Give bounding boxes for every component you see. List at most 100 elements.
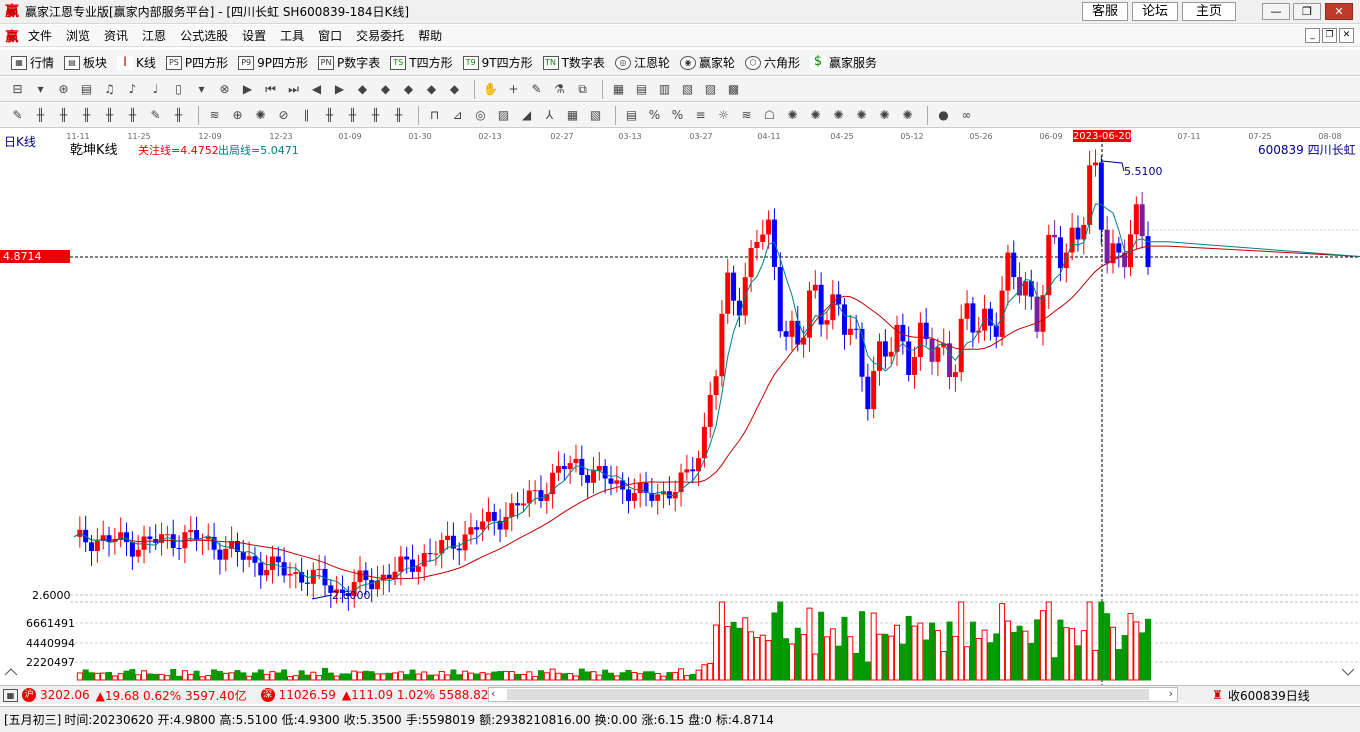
minimize-icon[interactable]: — [1262, 3, 1290, 20]
toolbar3-tool-30-icon[interactable]: % [668, 106, 687, 125]
toolbar3-tool-42-icon[interactable]: ● [934, 106, 953, 125]
scroll-right-icon[interactable]: › [1169, 687, 1173, 700]
toolbar3-tool-29-icon[interactable]: % [645, 106, 664, 125]
toolbar3-tool-37-icon[interactable]: ✺ [829, 106, 848, 125]
toolbar3-tool-9-icon[interactable]: ≋ [205, 106, 224, 125]
toolbar2-tool-2-icon[interactable]: ⊛ [54, 80, 73, 99]
menu-tools[interactable]: 工具 [273, 25, 311, 47]
toolbar3-tool-31-icon[interactable]: ≡ [691, 106, 710, 125]
menu-settings[interactable]: 设置 [235, 25, 273, 47]
toolbar2-tool-4-icon[interactable]: ♫ [100, 80, 119, 99]
toolbar3-tool-19-icon[interactable]: ⊓ [425, 106, 444, 125]
toolbar2-tool-29-icon[interactable]: ▥ [655, 80, 674, 99]
toolbar2-tool-25-icon[interactable]: ⧉ [573, 80, 592, 99]
sector-button[interactable]: ▤ 板块 [59, 54, 112, 71]
gann-wheel-button[interactable]: ◎ 江恩轮 [610, 54, 675, 71]
toolbar3-tool-33-icon[interactable]: ≋ [737, 106, 756, 125]
toolbar3-tool-4-icon[interactable]: ╫ [100, 106, 119, 125]
winner-service-button[interactable]: $ 赢家服务 [805, 54, 882, 71]
homepage-button[interactable]: 主页 [1182, 2, 1236, 21]
shanghai-index-icon[interactable]: 沪 [22, 688, 36, 702]
toolbar2-tool-15-icon[interactable]: ◆ [353, 80, 372, 99]
quotes-button[interactable]: ▦ 行情 [6, 54, 59, 71]
toolbar3-tool-38-icon[interactable]: ✺ [852, 106, 871, 125]
scroll-thumb[interactable] [507, 689, 1149, 700]
toolbar3-tool-20-icon[interactable]: ⊿ [448, 106, 467, 125]
9t-square-button[interactable]: T9 9T四方形 [458, 54, 538, 71]
toolbar2-tool-23-icon[interactable]: ✎ [527, 80, 546, 99]
toolbar2-tool-7-icon[interactable]: ▯ [169, 80, 188, 99]
toolbar3-tool-10-icon[interactable]: ⊕ [228, 106, 247, 125]
menu-help[interactable]: 帮助 [411, 25, 449, 47]
forum-button[interactable]: 论坛 [1132, 2, 1178, 21]
toolbar3-tool-3-icon[interactable]: ╫ [77, 106, 96, 125]
toolbar3-tool-34-icon[interactable]: ☖ [760, 106, 779, 125]
toolbar3-tool-7-icon[interactable]: ╫ [169, 106, 188, 125]
toolbar3-tool-36-icon[interactable]: ✺ [806, 106, 825, 125]
toolbar2-tool-18-icon[interactable]: ◆ [422, 80, 441, 99]
toolbar3-tool-15-icon[interactable]: ╫ [343, 106, 362, 125]
toolbar3-tool-0-icon[interactable]: ✎ [8, 106, 27, 125]
toolbar2-tool-6-icon[interactable]: ♩ [146, 80, 165, 99]
toolbar3-tool-32-icon[interactable]: ☼ [714, 106, 733, 125]
toolbar2-tool-14-icon[interactable]: ▶ [330, 80, 349, 99]
toolbar3-tool-12-icon[interactable]: ⊘ [274, 106, 293, 125]
toolbar2-tool-9-icon[interactable]: ⊗ [215, 80, 234, 99]
t-number-button[interactable]: TN T数字表 [538, 54, 610, 71]
t-square-button[interactable]: TS T四方形 [385, 54, 457, 71]
toolbar2-tool-1-icon[interactable]: ▾ [31, 80, 50, 99]
toolbar3-tool-43-icon[interactable]: ∞ [957, 106, 976, 125]
menu-gann[interactable]: 江恩 [135, 25, 173, 47]
toolbar2-tool-3-icon[interactable]: ▤ [77, 80, 96, 99]
kline-chart[interactable]: 11-11 11-25 12-09 12-23 01-09 01-30 02-13 02-27… [0, 129, 1360, 685]
toolbar2-tool-21-icon[interactable]: ✋ [481, 80, 500, 99]
chart-scrollbar[interactable]: ‹ › [488, 687, 1178, 702]
p-number-button[interactable]: PN P数字表 [313, 54, 385, 71]
toolbar2-tool-17-icon[interactable]: ◆ [399, 80, 418, 99]
kline-chart-area[interactable]: 11-11 11-25 12-09 12-23 01-09 01-30 02-13 02-27… [0, 129, 1360, 685]
menu-grid-icon[interactable]: ▦ [3, 688, 18, 702]
toolbar3-tool-39-icon[interactable]: ✺ [875, 106, 894, 125]
toolbar3-tool-5-icon[interactable]: ╫ [123, 106, 142, 125]
toolbar3-tool-17-icon[interactable]: ╫ [389, 106, 408, 125]
menu-file[interactable]: 文件 [21, 25, 59, 47]
kline-button[interactable]: ┃ K线 [112, 54, 161, 71]
toolbar3-tool-24-icon[interactable]: ⅄ [540, 106, 559, 125]
p-square-button[interactable]: PS P四方形 [161, 54, 233, 71]
child-close-icon[interactable]: ✕ [1339, 28, 1354, 43]
toolbar3-tool-14-icon[interactable]: ╫ [320, 106, 339, 125]
toolbar2-tool-24-icon[interactable]: ⚗ [550, 80, 569, 99]
toolbar3-tool-2-icon[interactable]: ╫ [54, 106, 73, 125]
toolbar2-tool-31-icon[interactable]: ▨ [701, 80, 720, 99]
toolbar2-tool-8-icon[interactable]: ▾ [192, 80, 211, 99]
toolbar2-tool-0-icon[interactable]: ⊟ [8, 80, 27, 99]
toolbar3-tool-23-icon[interactable]: ◢ [517, 106, 536, 125]
toolbar2-tool-11-icon[interactable]: ⏮ [261, 80, 280, 99]
toolbar3-tool-40-icon[interactable]: ✺ [898, 106, 917, 125]
toolbar3-tool-11-icon[interactable]: ✺ [251, 106, 270, 125]
toolbar2-tool-13-icon[interactable]: ◀ [307, 80, 326, 99]
menu-info[interactable]: 资讯 [97, 25, 135, 47]
scroll-left-icon[interactable]: ‹ [491, 687, 495, 700]
toolbar2-tool-32-icon[interactable]: ▩ [724, 80, 743, 99]
toolbar3-tool-28-icon[interactable]: ▤ [622, 106, 641, 125]
9p-square-button[interactable]: P9 9P四方形 [233, 54, 313, 71]
toolbar2-tool-16-icon[interactable]: ◆ [376, 80, 395, 99]
shenzhen-index-icon[interactable]: 深 [260, 688, 275, 702]
toolbar3-tool-26-icon[interactable]: ▧ [586, 106, 605, 125]
toolbar3-tool-25-icon[interactable]: ▦ [563, 106, 582, 125]
toolbar2-tool-27-icon[interactable]: ▦ [609, 80, 628, 99]
menu-browse[interactable]: 浏览 [59, 25, 97, 47]
toolbar2-tool-5-icon[interactable]: ♪ [123, 80, 142, 99]
toolbar3-tool-16-icon[interactable]: ╫ [366, 106, 385, 125]
menu-trade[interactable]: 交易委托 [349, 25, 411, 47]
customer-service-button[interactable]: 客服 [1082, 2, 1128, 21]
hexagon-button[interactable]: ⬡ 六角形 [740, 54, 805, 71]
toolbar3-tool-6-icon[interactable]: ✎ [146, 106, 165, 125]
toolbar3-tool-1-icon[interactable]: ╫ [31, 106, 50, 125]
toolbar3-tool-13-icon[interactable]: ∥ [297, 106, 316, 125]
child-minimize-icon[interactable]: _ [1305, 28, 1320, 43]
toolbar3-tool-21-icon[interactable]: ◎ [471, 106, 490, 125]
winner-wheel-button[interactable]: ◉ 赢家轮 [675, 54, 740, 71]
close-icon[interactable]: ✕ [1325, 3, 1353, 20]
